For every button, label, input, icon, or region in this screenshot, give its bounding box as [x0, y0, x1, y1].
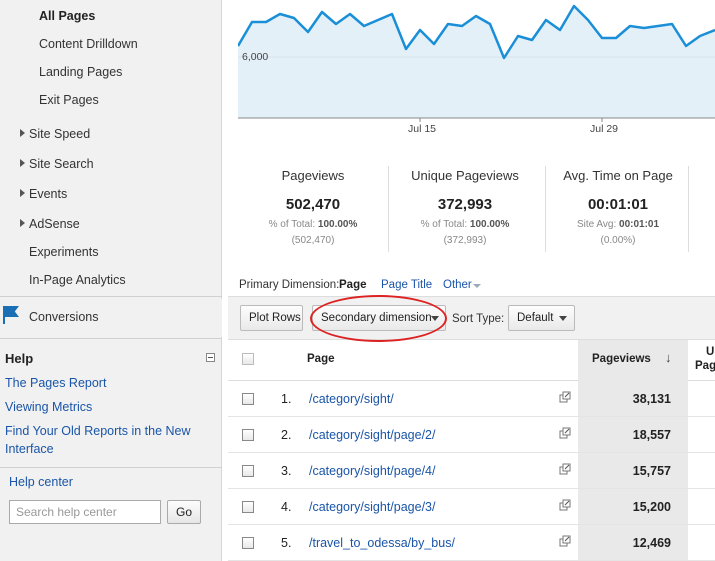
nav-all-pages[interactable]: All Pages [39, 9, 95, 23]
stat-value: 00:01:01 [587, 196, 649, 213]
row-page-link[interactable]: /travel_to_odessa/by_bus/ [309, 536, 455, 550]
expand-arrow-icon[interactable] [20, 219, 25, 227]
row-checkbox[interactable] [242, 393, 254, 405]
row-pageviews: 18,557 [632, 428, 671, 442]
go-button[interactable]: Go [167, 500, 201, 524]
stat-subtext: (372,993) [443, 235, 487, 246]
column-header-pageviews[interactable]: Pageviews [592, 353, 651, 365]
stat-avg-time: Avg. Time on Page 00:01:01 Site Avg: 00:… [543, 158, 693, 258]
nav-site-speed[interactable]: Site Speed [29, 127, 90, 141]
left-sidebar: All Pages Content Drilldown Landing Page… [0, 0, 222, 561]
flag-icon [3, 306, 5, 324]
row-checkbox[interactable] [242, 429, 254, 441]
stat-label: Avg. Time on Page [563, 168, 673, 183]
collapse-icon[interactable] [206, 353, 215, 362]
sort-type-value: Default [517, 312, 554, 324]
nav-exit-pages[interactable]: Exit Pages [39, 93, 99, 107]
x-tick-label: Jul 29 [590, 123, 619, 135]
external-link-icon[interactable] [559, 427, 571, 439]
row-checkbox[interactable] [242, 501, 254, 513]
row-pageviews: 12,469 [632, 536, 671, 550]
row-page-link[interactable]: /category/sight/page/3/ [309, 500, 435, 514]
stat-pageviews: Pageviews 502,470 % of Total: 100.00% (5… [238, 158, 388, 258]
chevron-down-icon[interactable] [473, 284, 481, 288]
row-number: 5. [281, 536, 292, 550]
nav-content-drilldown[interactable]: Content Drilldown [39, 37, 138, 51]
divider [688, 166, 689, 252]
pageviews-chart [238, 0, 715, 138]
sort-descending-icon[interactable]: ↓ [665, 350, 672, 365]
divider [0, 296, 222, 297]
stat-label: Pageviews [281, 168, 345, 183]
y-tick-label: 6,000 [242, 51, 269, 63]
help-center-link[interactable]: Help center [9, 475, 73, 489]
stat-unique-pageviews: Unique Pageviews 372,993 % of Total: 100… [390, 158, 540, 258]
chart-area-fill [238, 6, 715, 118]
row-page-link[interactable]: /category/sight/ [309, 392, 394, 406]
column-header-unique-pageviews[interactable]: U [706, 346, 714, 358]
expand-arrow-icon[interactable] [20, 189, 25, 197]
stat-subtext: % of Total: 100.00% [268, 219, 358, 230]
plot-rows-button[interactable]: Plot Rows [240, 305, 303, 331]
row-pageviews: 15,757 [632, 464, 671, 478]
row-number: 3. [281, 464, 292, 478]
stat-label: Unique Pageviews [411, 168, 519, 183]
x-tick-label: Jul 15 [408, 123, 437, 135]
nav-adsense[interactable]: AdSense [29, 217, 80, 231]
help-link-pages-report[interactable]: The Pages Report [5, 374, 215, 392]
column-header-unique-pageviews[interactable]: Pag [695, 360, 715, 372]
sort-type-dropdown[interactable]: Default [508, 305, 575, 331]
table-row: 5. /travel_to_odessa/by_bus/ 12,469 [228, 525, 715, 561]
dimension-page-title-link[interactable]: Page Title [381, 279, 432, 291]
help-heading: Help [5, 351, 34, 366]
column-header-page[interactable]: Page [307, 353, 335, 365]
row-pageviews: 15,200 [632, 500, 671, 514]
row-number: 4. [281, 500, 292, 514]
nav-experiments[interactable]: Experiments [29, 245, 98, 259]
stat-subtext: (0.00%) [600, 235, 636, 246]
summary-stats: Pageviews 502,470 % of Total: 100.00% (5… [238, 158, 715, 258]
nav-conversions[interactable]: Conversions [29, 310, 98, 324]
expand-arrow-icon[interactable] [20, 129, 25, 137]
stat-subtext: Site Avg: 00:01:01 [576, 219, 660, 230]
table-row: 3. /category/sight/page/4/ 15,757 [228, 453, 715, 489]
row-checkbox[interactable] [242, 537, 254, 549]
dimension-other-link[interactable]: Other [443, 279, 472, 291]
row-number: 2. [281, 428, 292, 442]
dimension-page: Page [339, 279, 367, 291]
row-checkbox[interactable] [242, 465, 254, 477]
nav-events[interactable]: Events [29, 187, 67, 201]
stat-subtext: (502,470) [291, 235, 335, 246]
table-row: 4. /category/sight/page/3/ 15,200 [228, 489, 715, 525]
nav-site-search[interactable]: Site Search [29, 157, 94, 171]
chevron-down-icon [559, 316, 567, 321]
table-row: 2. /category/sight/page/2/ 18,557 [228, 417, 715, 453]
row-number: 1. [281, 392, 292, 406]
stat-value: 502,470 [285, 196, 341, 213]
external-link-icon[interactable] [559, 391, 571, 403]
help-link-old-reports[interactable]: Find Your Old Reports in the New Interfa… [5, 422, 215, 458]
row-page-link[interactable]: /category/sight/page/4/ [309, 464, 435, 478]
divider [388, 166, 389, 252]
expand-arrow-icon[interactable] [20, 159, 25, 167]
stat-value: 372,993 [437, 196, 493, 213]
help-link-viewing-metrics[interactable]: Viewing Metrics [5, 398, 215, 416]
primary-dimension-label: Primary Dimension: [239, 279, 340, 291]
row-pageviews: 38,131 [632, 392, 671, 406]
external-link-icon[interactable] [559, 499, 571, 511]
stat-subtext: % of Total: 100.00% [420, 219, 510, 230]
help-search-input[interactable] [9, 500, 161, 524]
sort-type-label: Sort Type: [452, 313, 505, 325]
table-row: 1. /category/sight/ 38,131 [228, 381, 715, 417]
row-page-link[interactable]: /category/sight/page/2/ [309, 428, 435, 442]
nav-landing-pages[interactable]: Landing Pages [39, 65, 122, 79]
nav-in-page-analytics[interactable]: In-Page Analytics [29, 273, 126, 287]
line-chart [238, 4, 715, 122]
external-link-icon[interactable] [559, 535, 571, 547]
external-link-icon[interactable] [559, 463, 571, 475]
highlight-annotation-oval [310, 295, 447, 342]
divider [0, 467, 222, 468]
select-all-checkbox[interactable] [242, 353, 254, 365]
divider [0, 338, 222, 339]
